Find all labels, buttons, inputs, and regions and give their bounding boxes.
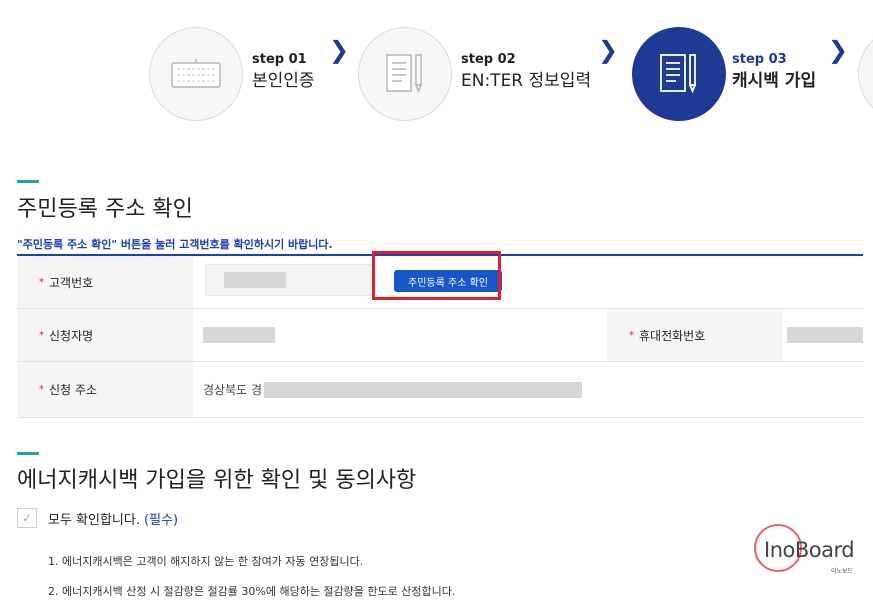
applicant-name-label: * 신청자명: [17, 309, 193, 361]
step-3-title: 캐시백 가입: [732, 71, 817, 91]
row-address: * 신청 주소 경상북도 경: [17, 362, 863, 418]
customer-number-label: * 고객번호: [17, 256, 193, 308]
step-indicator: step 01 본인인증 ❯ step 02 EN:TER 정보입력 ❯ ste…: [0, 0, 873, 135]
required-mark: *: [39, 329, 44, 341]
chevron-right-icon: ❯: [828, 36, 849, 64]
chevron-right-icon: ❯: [598, 36, 619, 64]
section-title-consent: 에너지캐시백 가입을 위한 확인 및 동의사항: [17, 468, 417, 493]
customer-number-input[interactable]: [205, 264, 375, 296]
masked-value: [203, 327, 275, 343]
row-applicant: * 신청자명 * 휴대전화번호: [17, 309, 863, 362]
check-icon: ✓: [21, 511, 33, 525]
step-2-number: step 02: [461, 52, 516, 67]
agree-all-row[interactable]: ✓ 모두 확인합니다. (필수): [17, 508, 178, 528]
applicant-name-label-text: 신청자명: [49, 328, 94, 343]
form-pencil-icon: [660, 54, 696, 94]
step-3-circle: [632, 27, 726, 121]
address-label: * 신청 주소: [17, 362, 193, 417]
address-prefix: 경상북도 경: [203, 383, 263, 397]
step-1-title: 본인인증: [252, 71, 315, 91]
section-accent-bar: [17, 452, 39, 455]
masked-value: [224, 272, 286, 288]
mobile-label: * 휴대전화번호: [607, 309, 783, 361]
required-mark: *: [39, 384, 44, 395]
required-mark: *: [39, 276, 44, 288]
step-1-number: step 01: [252, 52, 307, 67]
address-label-text: 신청 주소: [49, 383, 97, 397]
masked-value: [264, 381, 583, 398]
agree-all-checkbox[interactable]: ✓: [17, 508, 37, 528]
address-notice: "주민등록 주소 확인" 버튼을 눌러 고객번호를 확인하시기 바랍니다.: [17, 238, 333, 251]
section-title-address: 주민등록 주소 확인: [17, 197, 193, 222]
term-item: 1. 에너지캐시백은 고객이 해지하지 않는 한 참여가 자동 연장됩니다.: [48, 555, 364, 568]
step-3-number: step 03: [732, 52, 787, 67]
mobile-value: [787, 309, 863, 361]
logo-subtext: 이노보드: [831, 568, 854, 575]
step-2-title: EN:TER 정보입력: [461, 71, 592, 91]
term-item: 2. 에너지캐시백 산정 시 절감량은 절감률 30%에 해당하는 절감량을 한…: [48, 585, 456, 598]
agree-all-label: 모두 확인합니다.: [48, 512, 140, 528]
highlight-box: [372, 251, 501, 300]
chevron-right-icon: ❯: [329, 36, 350, 64]
watermark-logo: InoBoard 이노보드: [754, 524, 864, 584]
form-pencil-icon: [386, 54, 422, 93]
applicant-name-value: [203, 309, 275, 361]
step-2-circle: [358, 27, 452, 121]
required-mark: *: [629, 329, 634, 341]
keyboard-icon: [171, 59, 221, 88]
agree-all-required: (필수): [144, 512, 179, 528]
customer-number-label-text: 고객번호: [49, 275, 94, 290]
section-accent-bar: [17, 180, 39, 183]
mobile-label-text: 휴대전화번호: [639, 328, 706, 343]
step-4-partial: [858, 27, 873, 121]
step-1-circle: [149, 27, 243, 121]
logo-text: InoBoard: [764, 538, 855, 562]
address-value: 경상북도 경: [203, 362, 583, 417]
masked-value: [787, 327, 863, 343]
